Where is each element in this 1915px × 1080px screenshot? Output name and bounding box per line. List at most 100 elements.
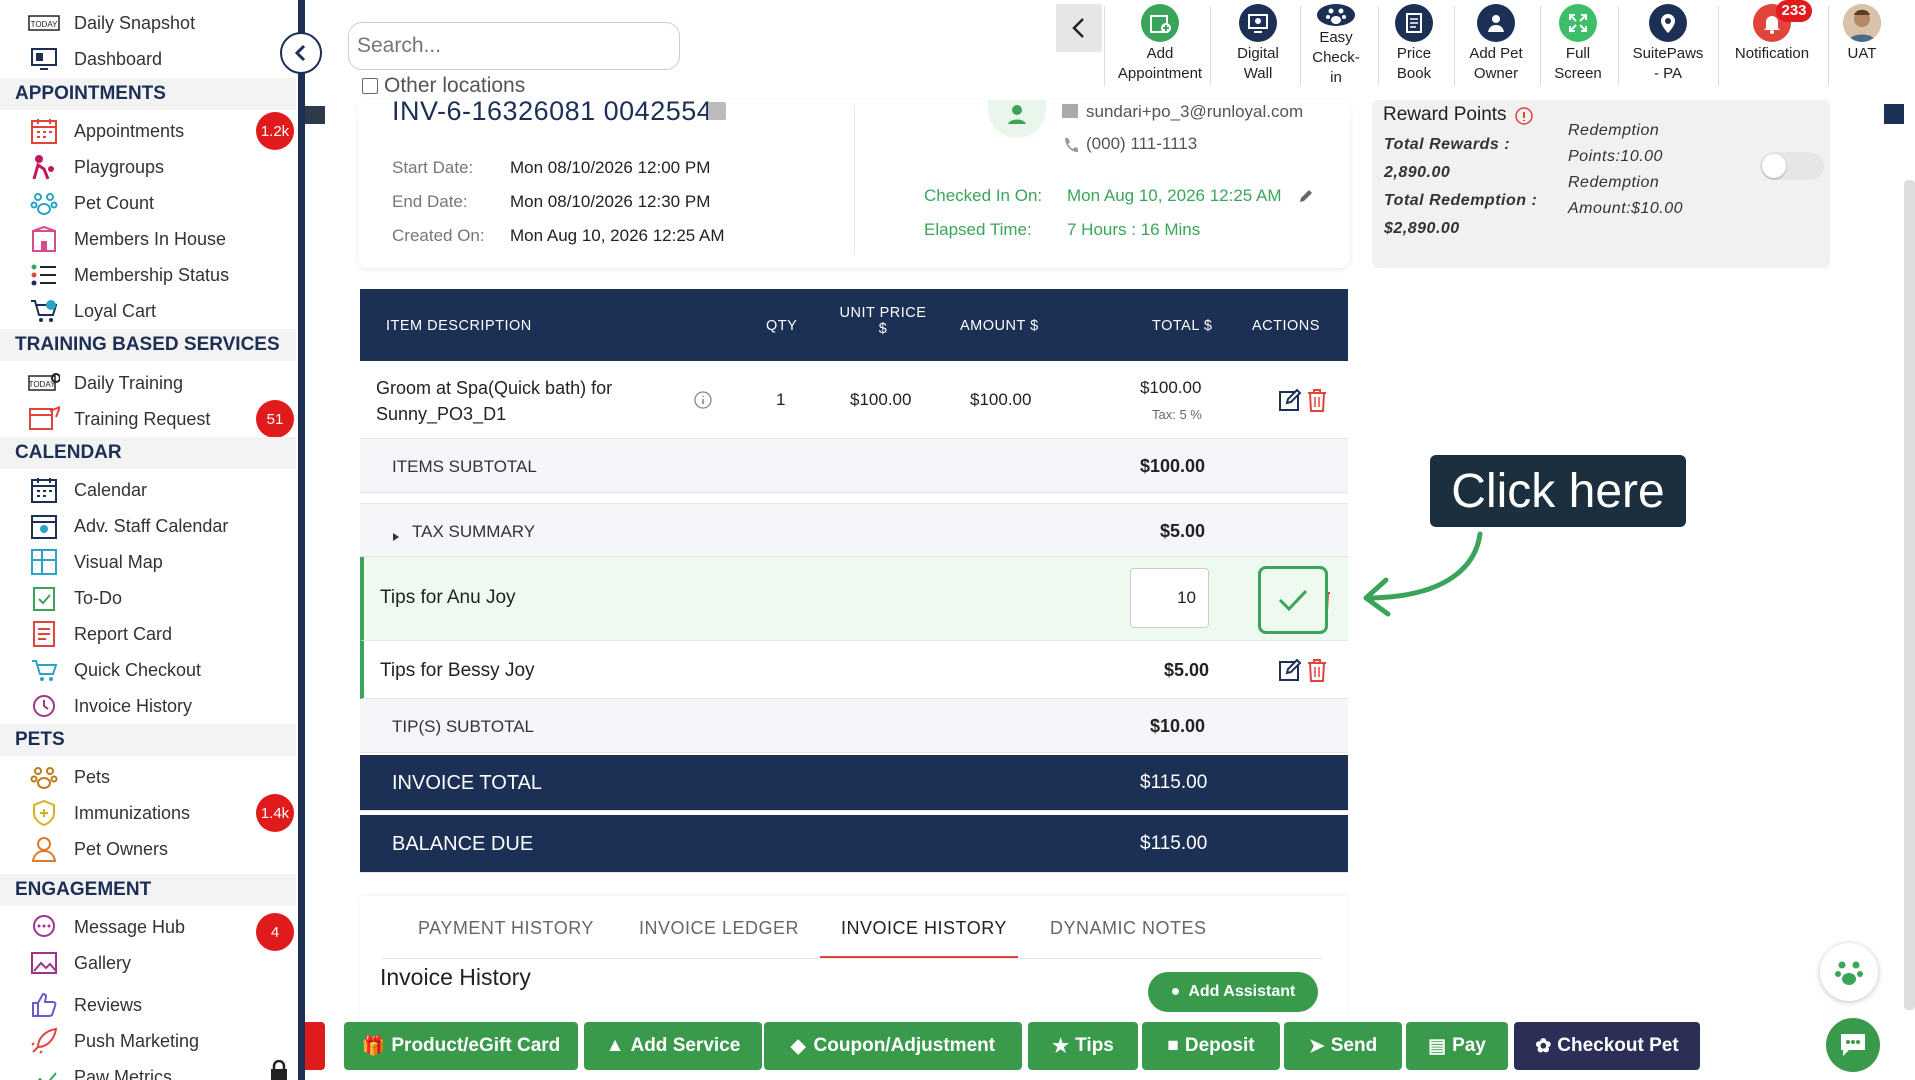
paw-icon bbox=[28, 763, 60, 791]
sidebar-item-daily-training[interactable]: TODAY Daily Training bbox=[28, 368, 183, 398]
sidebar-item-daily-snapshot[interactable]: TODAY Daily Snapshot bbox=[28, 8, 195, 38]
checked-in-value: Mon Aug 10, 2026 12:25 AM bbox=[1067, 186, 1282, 205]
sidebar-item-appointments[interactable]: Appointments bbox=[28, 116, 184, 146]
add-assistant-button[interactable]: ● Add Assistant bbox=[1148, 972, 1318, 1012]
pay-button[interactable]: ▤ Pay bbox=[1406, 1022, 1508, 1070]
chat-support-button[interactable] bbox=[1826, 1018, 1880, 1072]
trash-icon[interactable] bbox=[1306, 388, 1328, 417]
sidebar-item-playgroups[interactable]: Playgroups bbox=[28, 152, 164, 182]
side-tab[interactable] bbox=[305, 1022, 325, 1070]
sidebar-item-loyal-cart[interactable]: Loyal Cart bbox=[28, 296, 156, 326]
owner-email[interactable]: sundari+po_3@runloyal.com bbox=[1086, 102, 1303, 122]
redemption-amount-value: Amount:$10.00 bbox=[1568, 200, 1684, 217]
suitepaws-location-button[interactable]: SuitePaws - PA bbox=[1626, 4, 1710, 88]
edit-icon[interactable] bbox=[1278, 658, 1302, 687]
person-icon bbox=[1008, 105, 1026, 124]
trash-icon[interactable] bbox=[1306, 658, 1328, 687]
checkout-pet-label: Checkout Pet bbox=[1557, 1035, 1679, 1056]
sidebar-item-label: Paw Metrics bbox=[74, 1066, 173, 1080]
toolbar-divider bbox=[1718, 6, 1719, 86]
sidebar-item-pets[interactable]: Pets bbox=[28, 762, 110, 792]
chevron-left-icon bbox=[294, 44, 306, 62]
today-training-icon: TODAY bbox=[28, 369, 60, 397]
sidebar-item-adv-staff-calendar[interactable]: Adv. Staff Calendar bbox=[28, 511, 228, 541]
add-pet-owner-button[interactable]: Add Pet Owner bbox=[1460, 4, 1532, 88]
sidebar-item-label: Visual Map bbox=[74, 551, 163, 572]
add-appointment-button[interactable]: Add Appointment bbox=[1112, 4, 1208, 88]
full-screen-button[interactable]: Full Screen bbox=[1548, 4, 1608, 88]
sidebar-item-calendar[interactable]: Calendar bbox=[28, 475, 147, 505]
checkout-pet-button[interactable]: ✿ Checkout Pet bbox=[1514, 1022, 1700, 1070]
total-rewards-value: 2,890.00 bbox=[1384, 164, 1451, 181]
item-amount: $100.00 bbox=[970, 390, 1032, 409]
sidebar-item-to-do[interactable]: To-Do bbox=[28, 583, 122, 613]
tip-amount-input[interactable]: 10 bbox=[1130, 568, 1209, 628]
tip-row: Tips for Bessy Joy $5.00 bbox=[360, 641, 1348, 699]
sidebar-item-label: Adv. Staff Calendar bbox=[74, 515, 229, 536]
tab-invoice-history[interactable]: INVOICE HISTORY bbox=[841, 918, 1007, 939]
copy-icon[interactable] bbox=[708, 102, 726, 120]
paw-assistant-button[interactable] bbox=[1820, 943, 1878, 1001]
info-icon[interactable] bbox=[1514, 106, 1534, 131]
sidebar-item-members-in-house[interactable]: Members In House bbox=[28, 224, 226, 254]
sidebar-item-paw-metrics[interactable]: Paw Metrics bbox=[28, 1062, 172, 1080]
main-scrollbar[interactable] bbox=[1904, 180, 1915, 1010]
sidebar-item-membership-status[interactable]: Membership Status bbox=[28, 260, 229, 290]
sidebar-item-quick-checkout[interactable]: Quick Checkout bbox=[28, 655, 201, 685]
sidebar-item-dashboard[interactable]: Dashboard bbox=[28, 44, 162, 74]
sidebar-item-push-marketing[interactable]: Push Marketing bbox=[28, 1026, 199, 1056]
sidebar-item-label: Reviews bbox=[74, 994, 143, 1015]
product-egift-button[interactable]: 🎁 Product/eGift Card bbox=[344, 1022, 578, 1070]
coupon-adjustment-button[interactable]: ◆ Coupon/Adjustment bbox=[764, 1022, 1022, 1070]
sidebar-item-pet-count[interactable]: Pet Count bbox=[28, 188, 154, 218]
toolbar-collapse-button[interactable] bbox=[1056, 4, 1102, 52]
sidebar-item-reviews[interactable]: Reviews bbox=[28, 990, 142, 1020]
owner-phone[interactable]: (000) 111-1113 bbox=[1086, 134, 1197, 154]
avatar bbox=[1843, 4, 1881, 42]
end-date-value: Mon 08/10/2026 12:30 PM bbox=[510, 192, 711, 211]
sidebar-item-report-card[interactable]: Report Card bbox=[28, 619, 172, 649]
tip-label: Tips for Anu Joy bbox=[380, 587, 516, 608]
sidebar-item-label: Daily Training bbox=[74, 372, 184, 393]
invoice-total-row: INVOICE TOTAL $115.00 bbox=[360, 755, 1348, 811]
redemption-toggle[interactable] bbox=[1760, 152, 1824, 180]
tips-subtotal-value: $10.00 bbox=[1150, 716, 1206, 736]
todo-icon bbox=[28, 584, 60, 612]
sidebar-item-training-request[interactable]: Training Request bbox=[28, 404, 210, 434]
list-status-icon bbox=[28, 261, 60, 289]
tips-button[interactable]: ★ Tips bbox=[1028, 1022, 1138, 1070]
easy-checkin-button[interactable]: Easy Check-in bbox=[1306, 4, 1366, 88]
tab-dynamic-notes[interactable]: DYNAMIC NOTES bbox=[1050, 918, 1207, 939]
search-input[interactable] bbox=[348, 22, 680, 70]
other-locations-checkbox[interactable]: Other locations bbox=[362, 74, 525, 98]
caret-right-icon[interactable] bbox=[392, 526, 400, 547]
deposit-button[interactable]: ■ Deposit bbox=[1142, 1022, 1280, 1070]
sidebar-item-immunizations[interactable]: Immunizations bbox=[28, 798, 190, 828]
sidebar-item-message-hub[interactable]: Message Hub bbox=[28, 912, 185, 942]
collapse-sidebar-button[interactable] bbox=[280, 32, 322, 74]
user-menu-button[interactable]: UAT bbox=[1836, 4, 1888, 88]
edit-icon[interactable] bbox=[1278, 388, 1302, 417]
price-book-button[interactable]: Price Book bbox=[1384, 4, 1444, 88]
toolbar-divider bbox=[1454, 6, 1455, 86]
info-icon[interactable] bbox=[694, 391, 712, 414]
sidebar-section-calendar: CALENDAR bbox=[0, 437, 296, 469]
sidebar-item-label: Pet Count bbox=[74, 192, 155, 213]
sidebar-item-gallery[interactable]: Gallery bbox=[28, 948, 131, 978]
digital-wall-button[interactable]: Digital Wall bbox=[1218, 4, 1298, 88]
sidebar-item-label: Training Request bbox=[74, 408, 211, 429]
sidebar-item-pet-owners[interactable]: Pet Owners bbox=[28, 834, 168, 864]
sidebar-scrollbar[interactable] bbox=[298, 0, 305, 1080]
tab-invoice-ledger[interactable]: INVOICE LEDGER bbox=[639, 918, 799, 939]
save-tip-button[interactable] bbox=[1258, 566, 1328, 634]
tax-summary-row[interactable]: TAX SUMMARY $5.00 bbox=[360, 503, 1348, 557]
sidebar-item-visual-map[interactable]: Visual Map bbox=[28, 547, 163, 577]
tab-payment-history[interactable]: PAYMENT HISTORY bbox=[418, 918, 594, 939]
sidebar-item-label: Immunizations bbox=[74, 802, 191, 823]
add-service-button[interactable]: ▲ Add Service bbox=[584, 1022, 762, 1070]
pencil-icon[interactable] bbox=[1298, 188, 1314, 209]
checkbox-box[interactable] bbox=[362, 78, 378, 94]
sidebar-item-invoice-history[interactable]: Invoice History bbox=[28, 691, 192, 721]
send-button[interactable]: ➤ Send bbox=[1284, 1022, 1402, 1070]
today-icon: TODAY bbox=[28, 9, 60, 37]
